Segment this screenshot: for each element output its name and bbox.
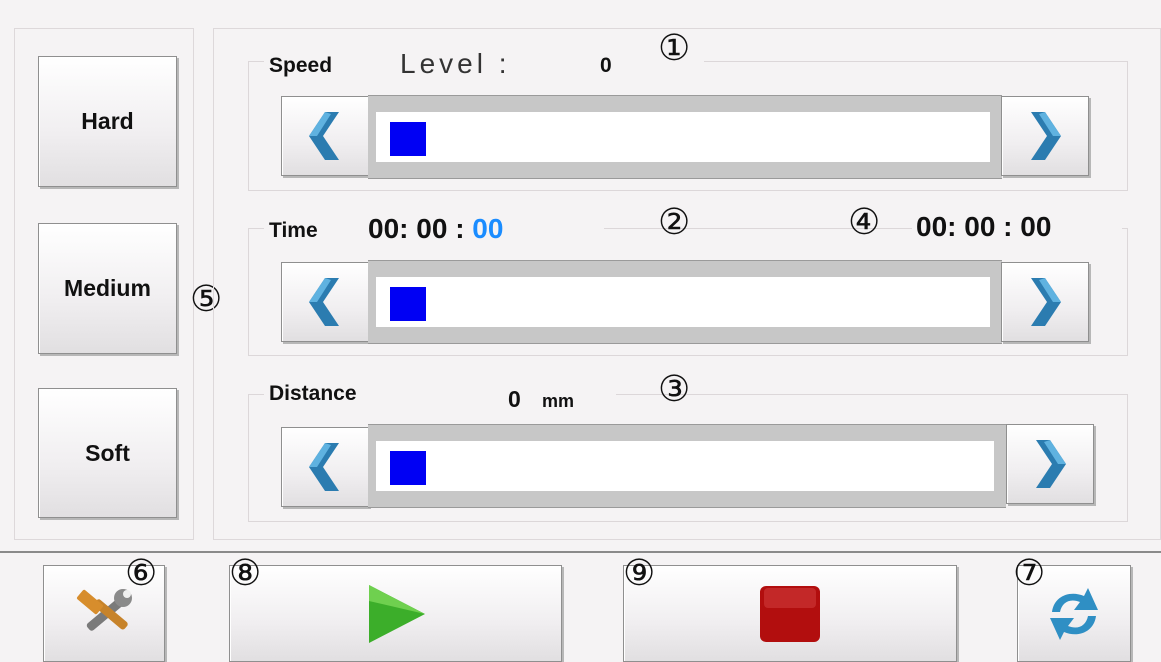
time-seconds: 00 — [472, 213, 504, 244]
toolbar-divider — [0, 551, 1161, 553]
hard-mode-button[interactable]: Hard — [38, 56, 177, 187]
distance-increase-button[interactable] — [1006, 424, 1094, 504]
distance-marker: ③ — [658, 369, 691, 410]
speed-slider-thumb[interactable] — [390, 122, 426, 156]
time-increase-button[interactable] — [1001, 262, 1089, 342]
medium-mode-button[interactable]: Medium — [38, 223, 177, 354]
soft-label: Soft — [85, 439, 130, 466]
refresh-icon — [1050, 587, 1098, 640]
play-marker: ⑧ — [229, 553, 262, 594]
soft-mode-button[interactable]: Soft — [38, 388, 177, 518]
speed-label: Speed — [269, 54, 333, 77]
distance-legend: Distance 0 mm — [264, 380, 616, 412]
time-label: Time — [269, 219, 318, 242]
time-total: 00: 00 : 00 — [912, 211, 1122, 245]
total-time-marker: ④ — [848, 202, 881, 243]
refresh-marker: ⑦ — [1013, 553, 1046, 594]
time-elapsed: 00: 00 : 00 — [368, 213, 503, 245]
speed-increase-button[interactable] — [1001, 96, 1089, 176]
chevron-left-icon — [309, 112, 339, 160]
distance-label: Distance — [269, 382, 357, 405]
time-slider-thumb[interactable] — [390, 287, 426, 321]
stop-button[interactable] — [623, 565, 957, 662]
time-slider-field — [376, 277, 990, 327]
chevron-right-icon — [1031, 278, 1061, 326]
settings-marker: ⑥ — [125, 553, 158, 594]
stop-marker: ⑨ — [623, 553, 656, 594]
speed-level-value: 0 — [600, 54, 612, 77]
distance-slider-track[interactable] — [368, 424, 1006, 508]
speed-legend: Speed Level : 0 — [264, 48, 704, 82]
distance-slider-thumb[interactable] — [390, 451, 426, 485]
play-button[interactable] — [229, 565, 562, 662]
chevron-right-icon — [1031, 112, 1061, 160]
time-legend: Time 00: 00 : 00 — [264, 213, 604, 247]
distance-value: 0 — [508, 386, 521, 412]
chevron-left-icon — [309, 278, 339, 326]
hard-label: Hard — [81, 108, 134, 134]
chevron-left-icon — [309, 443, 339, 491]
speed-slider-track[interactable] — [368, 95, 1002, 179]
medium-label: Medium — [64, 275, 151, 301]
speed-level-label: Level : — [400, 48, 511, 79]
speed-marker: ① — [658, 28, 691, 69]
play-icon — [368, 584, 425, 643]
stop-icon — [760, 585, 820, 642]
time-marker: ② — [658, 202, 691, 243]
chevron-right-icon — [1036, 440, 1066, 488]
time-separator: : — [455, 213, 465, 244]
distance-unit: mm — [542, 391, 575, 411]
distance-decrease-button[interactable] — [281, 427, 369, 507]
speed-slider-field — [376, 112, 990, 162]
time-minutes: 00 — [416, 213, 448, 244]
time-hours: 00: — [368, 213, 409, 244]
time-decrease-button[interactable] — [281, 262, 369, 342]
time-slider-track[interactable] — [368, 260, 1002, 344]
distance-slider-field — [376, 441, 994, 491]
speed-decrease-button[interactable] — [281, 96, 369, 176]
